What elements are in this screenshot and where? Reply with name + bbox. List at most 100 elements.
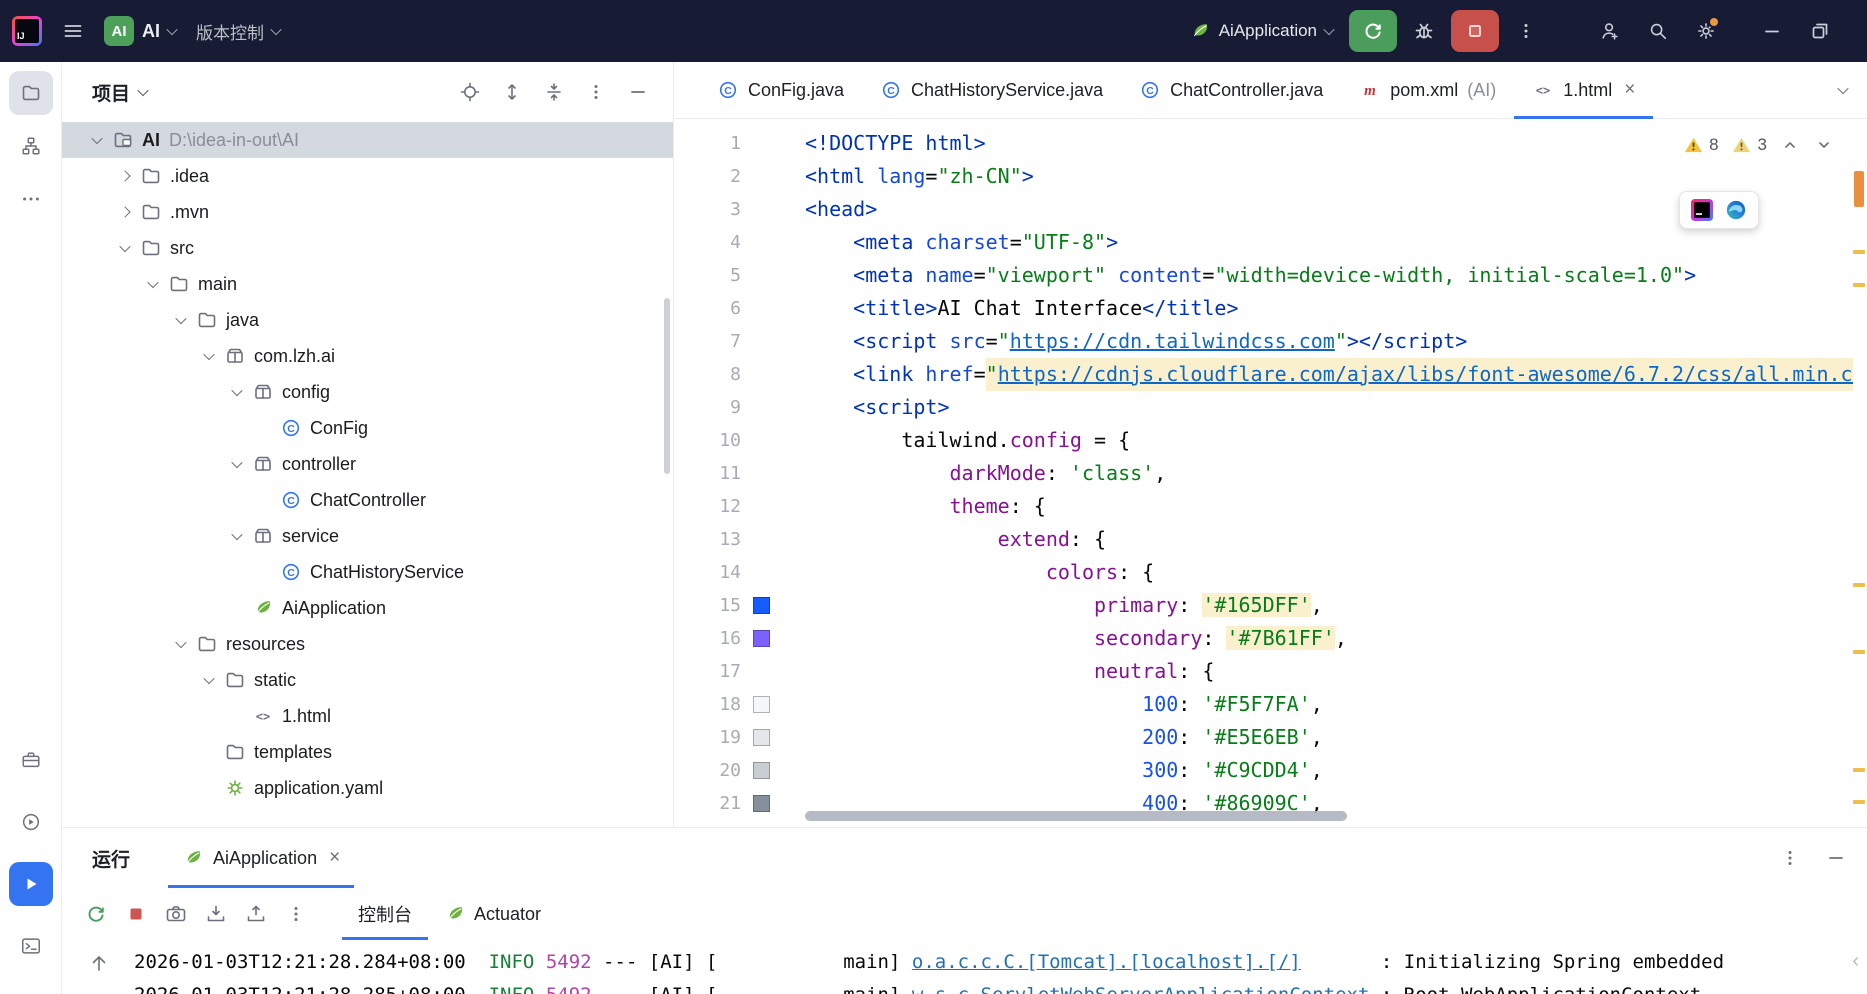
code-line-20[interactable]: 300: '#C9CDD4', [805, 754, 1853, 787]
tree-item-application-yaml[interactable]: application.yaml [62, 770, 673, 806]
code-line-17[interactable]: neutral: { [805, 655, 1853, 688]
tree-item-config[interactable]: C ConFig [62, 410, 673, 446]
minimize-button[interactable] [1751, 10, 1793, 52]
tree-chevron-icon[interactable] [144, 276, 162, 289]
tree-item-chatcontroller[interactable]: C ChatController [62, 482, 673, 518]
terminal-tool-button[interactable] [9, 924, 53, 968]
error-stripe[interactable] [1851, 119, 1867, 827]
more-tool-windows-button[interactable] [9, 177, 53, 221]
edge-browser-icon[interactable] [1725, 199, 1747, 221]
debug-button[interactable] [1403, 10, 1445, 52]
code-line-2[interactable]: <html lang="zh-CN"> [805, 160, 1853, 193]
more-actions-button[interactable] [1505, 10, 1547, 52]
vcs-widget[interactable]: 版本控制 [186, 10, 290, 52]
run-tool-button[interactable] [8, 862, 53, 906]
locate-file-button[interactable] [459, 81, 481, 103]
run-button[interactable] [1349, 10, 1397, 52]
code-line-16[interactable]: secondary: '#7B61FF', [805, 622, 1853, 655]
console-output[interactable]: 2026-01-03T12:21:28.284+08:00 INFO 5492 … [62, 940, 1867, 994]
tree-chevron-icon[interactable] [228, 528, 246, 541]
color-swatch[interactable] [753, 597, 770, 614]
code-line-13[interactable]: extend: { [805, 523, 1853, 556]
settings-button[interactable] [1685, 10, 1727, 52]
toolbox-tool-button[interactable] [9, 738, 53, 782]
code-line-4[interactable]: <meta charset="UTF-8"> [805, 226, 1853, 259]
chevron-down-icon[interactable] [137, 84, 149, 97]
tree-item-mvn[interactable]: .mvn [62, 194, 673, 230]
tree-item-aiapplication[interactable]: AiApplication [62, 590, 673, 626]
code-line-14[interactable]: colors: { [805, 556, 1853, 589]
idea-preview-icon[interactable] [1691, 199, 1713, 221]
project-tool-button[interactable] [8, 71, 53, 115]
hide-panel-button[interactable] [627, 81, 649, 103]
tree-chevron-icon[interactable] [116, 240, 134, 253]
run-more-button[interactable] [1779, 847, 1801, 869]
tree-chevron-icon[interactable] [116, 170, 134, 182]
tree-item-service[interactable]: service [62, 518, 673, 554]
color-swatch[interactable] [753, 795, 770, 812]
tree-chevron-icon[interactable] [200, 672, 218, 685]
code-line-11[interactable]: darkMode: 'class', [805, 457, 1853, 490]
run-tab-aiapplication[interactable]: AiApplication × [168, 828, 355, 888]
tree-item-idea[interactable]: .idea [62, 158, 673, 194]
scroll-to-top-button[interactable] [88, 952, 110, 974]
stop-button[interactable] [1451, 10, 1499, 52]
code-with-me-button[interactable] [1589, 10, 1631, 52]
screenshot-button[interactable] [156, 896, 196, 932]
collapse-all-button[interactable] [543, 81, 565, 103]
code-line-18[interactable]: 100: '#F5F7FA', [805, 688, 1853, 721]
expand-all-button[interactable] [501, 81, 523, 103]
prev-problem-button[interactable] [1779, 134, 1801, 156]
tab-actuator[interactable]: Actuator [428, 888, 557, 940]
run-config-widget[interactable]: AiApplication [1179, 10, 1343, 52]
code-line-19[interactable]: 200: '#E5E6EB', [805, 721, 1853, 754]
main-menu-button[interactable] [52, 10, 94, 52]
search-everywhere-button[interactable] [1637, 10, 1679, 52]
editor-tab-pom-xml[interactable]: m pom.xml (AI) [1341, 62, 1514, 118]
color-swatch[interactable] [753, 696, 770, 713]
export-button[interactable] [236, 896, 276, 932]
color-swatch[interactable] [753, 630, 770, 647]
project-scrollbar[interactable] [664, 298, 670, 474]
tree-item-controller[interactable]: controller [62, 446, 673, 482]
code-line-10[interactable]: tailwind.config = { [805, 424, 1853, 457]
tree-item-main[interactable]: main [62, 266, 673, 302]
tree-item-1-html[interactable]: <> 1.html [62, 698, 673, 734]
console-more-button[interactable] [276, 896, 316, 932]
tree-chevron-icon[interactable] [228, 456, 246, 469]
editor-tab-1-html[interactable]: <> 1.html × [1514, 62, 1654, 119]
color-swatch[interactable] [753, 729, 770, 746]
tree-item-static[interactable]: static [62, 662, 673, 698]
code-line-5[interactable]: <meta name="viewport" content="width=dev… [805, 259, 1853, 292]
stop-console-button[interactable] [116, 896, 156, 932]
rerun-button[interactable] [76, 896, 116, 932]
hide-run-panel-button[interactable] [1825, 847, 1847, 869]
code-line-6[interactable]: <title>AI Chat Interface</title> [805, 292, 1853, 325]
tab-console[interactable]: 控制台 [342, 888, 428, 940]
tree-item-config[interactable]: config [62, 374, 673, 410]
structure-tool-button[interactable] [9, 124, 53, 168]
editor-tab-config-java[interactable]: C ConFig.java [699, 62, 862, 118]
tree-chevron-icon[interactable] [172, 636, 190, 649]
intellij-logo-icon[interactable] [12, 16, 42, 46]
tab-overflow-button[interactable] [1837, 81, 1849, 99]
tree-item-resources[interactable]: resources [62, 626, 673, 662]
import-button[interactable] [196, 896, 236, 932]
console-scroll-arrow[interactable]: ‹ [1852, 950, 1859, 973]
code-line-15[interactable]: primary: '#165DFF', [805, 589, 1853, 622]
restore-button[interactable] [1799, 10, 1841, 52]
tree-item-com-lzh-ai[interactable]: com.lzh.ai [62, 338, 673, 374]
next-problem-button[interactable] [1813, 134, 1835, 156]
code-line-8[interactable]: <link href="https://cdnjs.cloudflare.com… [805, 358, 1853, 391]
inspections-widget[interactable]: 8 3 [1676, 131, 1841, 159]
panel-more-button[interactable] [585, 81, 607, 103]
project-widget[interactable]: AI AI [94, 10, 186, 52]
tree-item-src[interactable]: src [62, 230, 673, 266]
tree-chevron-icon[interactable] [116, 206, 134, 218]
tree-item-java[interactable]: java [62, 302, 673, 338]
services-tool-button[interactable] [9, 800, 53, 844]
editor-tab-chathistoryservice-java[interactable]: C ChatHistoryService.java [862, 62, 1121, 118]
tree-chevron-icon[interactable] [200, 348, 218, 361]
tree-item-templates[interactable]: templates [62, 734, 673, 770]
tree-chevron-icon[interactable] [88, 132, 106, 145]
